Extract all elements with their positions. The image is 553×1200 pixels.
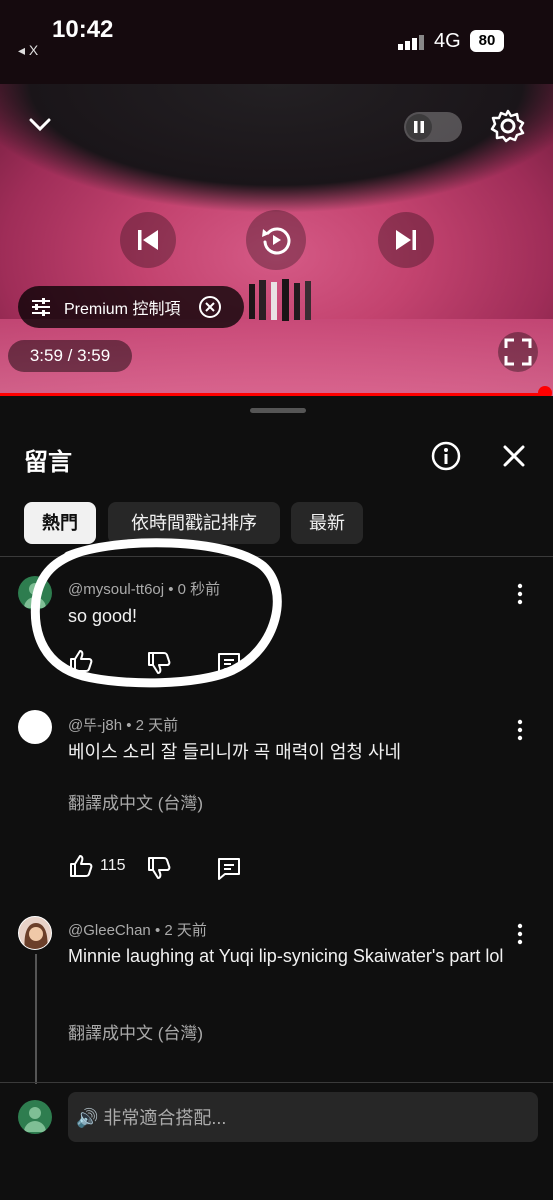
- comment-input-placeholder: 🔊 非常適合搭配...: [76, 1108, 227, 1128]
- thumb-down-icon: [148, 857, 171, 879]
- more-vert-icon[interactable]: [512, 718, 528, 742]
- tune-icon: [32, 298, 50, 316]
- next-button[interactable]: [378, 212, 434, 268]
- input-divider: [0, 1082, 553, 1083]
- like-count: 115: [100, 857, 126, 874]
- playback-time: 3:59 / 3:59: [8, 340, 132, 372]
- signal-icon: [398, 35, 424, 50]
- like-button[interactable]: 115: [68, 853, 126, 879]
- more-vert-icon[interactable]: [512, 582, 528, 606]
- skip-previous-icon: [138, 230, 158, 250]
- comment-input-bar: 🔊 非常適合搭配...: [0, 1084, 553, 1200]
- gear-icon[interactable]: [490, 108, 526, 144]
- status-bar: 10:42 ◂ X 4G 80: [0, 0, 553, 84]
- comment-author-meta[interactable]: @GleeChan • 2 天前: [68, 919, 207, 940]
- info-icon[interactable]: [430, 440, 462, 472]
- avatar[interactable]: [18, 916, 52, 950]
- battery-level: 80: [470, 30, 504, 52]
- reply-button[interactable]: [216, 855, 242, 881]
- comment-text: 베이스 소리 잘 들리니까 곡 매력이 엄청 사네: [68, 742, 402, 762]
- close-icon[interactable]: [500, 442, 528, 470]
- avatar[interactable]: [18, 710, 52, 744]
- replay-icon: [262, 227, 291, 255]
- comment-input[interactable]: 🔊 非常適合搭配...: [68, 1092, 538, 1142]
- comment-text: Minnie laughing at Yuqi lip-synicing Ska…: [68, 946, 504, 966]
- drag-handle[interactable]: [250, 408, 306, 413]
- stage-ceiling: [0, 84, 553, 214]
- replay-button[interactable]: [246, 210, 306, 270]
- more-vert-icon[interactable]: [512, 922, 528, 946]
- reply-icon: [218, 858, 240, 880]
- thread-line: [35, 954, 37, 1084]
- fullscreen-icon[interactable]: [498, 332, 538, 372]
- avatar: [18, 1100, 52, 1134]
- status-time: 10:42: [52, 16, 114, 43]
- back-to-app[interactable]: ◂ X: [18, 42, 38, 59]
- autoplay-toggle[interactable]: [404, 112, 462, 142]
- performers-image: [249, 279, 311, 321]
- premium-controls-label: Premium 控制項: [64, 301, 181, 318]
- panel-title: 留言: [24, 449, 72, 476]
- close-circle-icon[interactable]: [198, 295, 222, 319]
- pause-icon: [406, 114, 432, 140]
- video-player[interactable]: Premium 控制項 3:59 / 3:59: [0, 84, 553, 396]
- thumb-up-icon: [70, 855, 93, 877]
- translate-link[interactable]: 翻譯成中文 (台灣): [68, 1019, 203, 1044]
- translate-link[interactable]: 翻譯成中文 (台灣): [68, 789, 203, 814]
- comment-author-meta[interactable]: @뚜-j8h • 2 天前: [68, 714, 178, 735]
- filter-chip-newest[interactable]: 最新: [291, 502, 363, 544]
- dislike-button[interactable]: [146, 855, 172, 881]
- network-type: 4G: [434, 30, 461, 52]
- skip-next-icon: [396, 230, 416, 250]
- premium-controls-pill[interactable]: Premium 控制項: [18, 286, 244, 328]
- previous-button[interactable]: [120, 212, 176, 268]
- chevron-down-icon[interactable]: [26, 110, 54, 138]
- comments-panel: 留言 熱門 依時間戳記排序 最新 @mysoul-tt6oj • 0 秒前 so…: [0, 396, 553, 1200]
- progress-scrubber[interactable]: [538, 386, 552, 396]
- annotation-circle: [30, 538, 282, 688]
